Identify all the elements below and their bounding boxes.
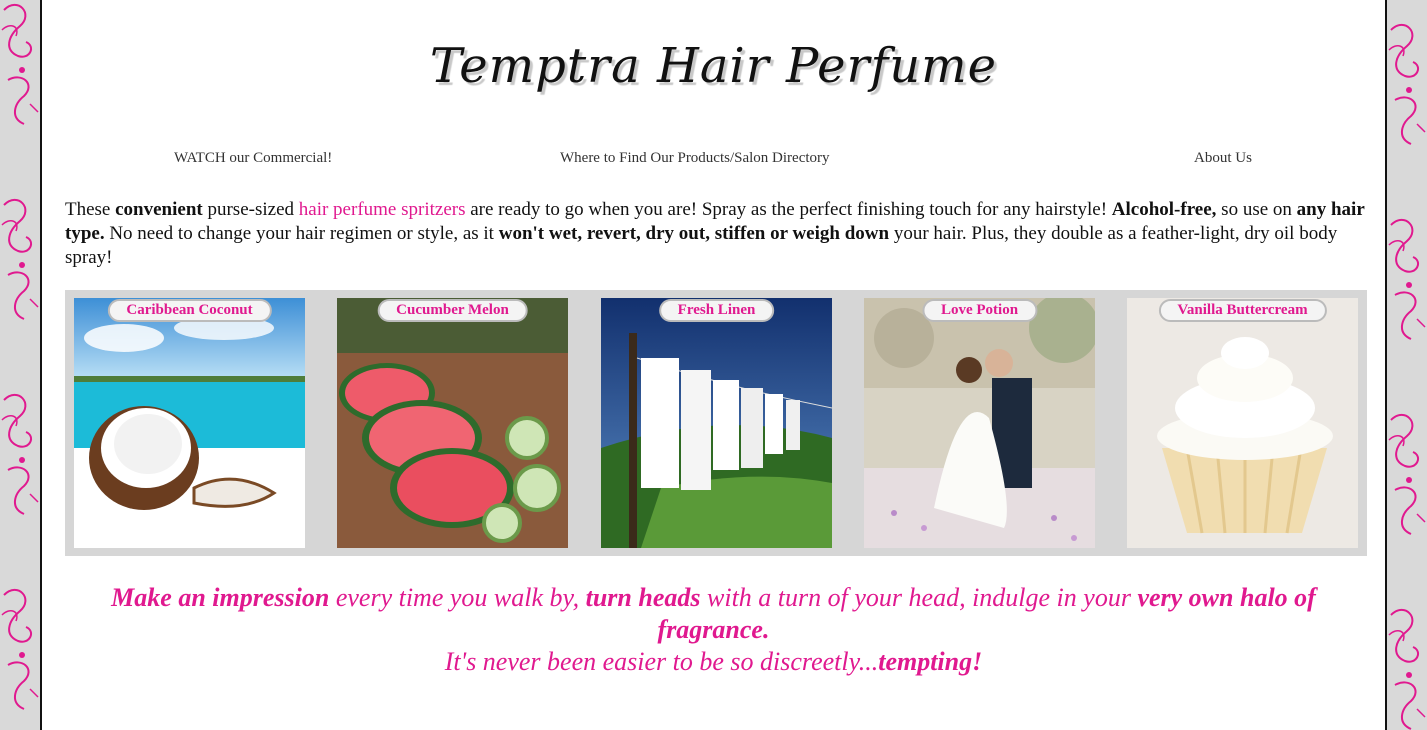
watermelon-cucumber-image — [337, 298, 568, 548]
left-damask-border — [0, 0, 42, 730]
clothesline-image — [601, 298, 832, 548]
scent-tile-love-potion[interactable]: Love Potion — [864, 298, 1095, 548]
nav-about-us[interactable]: About Us — [1194, 150, 1252, 167]
scent-gallery: Caribbean Coconut Cucumber Melon Fresh L… — [65, 290, 1367, 556]
scent-tile-caribbean-coconut[interactable]: Caribbean Coconut — [74, 298, 305, 548]
site-title: Temptra Hair Perfume — [429, 38, 998, 94]
cupcake-image — [1127, 298, 1358, 548]
intro-paragraph: These convenient purse-sized hair perfum… — [65, 199, 1365, 268]
scent-label: Vanilla Buttercream — [1158, 299, 1327, 322]
scent-tile-cucumber-melon[interactable]: Cucumber Melon — [337, 298, 568, 548]
scent-tile-fresh-linen[interactable]: Fresh Linen — [601, 298, 832, 548]
tagline: Make an impression every time you walk b… — [111, 583, 1316, 676]
main-nav: WATCH our Commercial! Where to Find Our … — [42, 150, 1385, 170]
right-damask-border — [1385, 0, 1427, 730]
scent-label: Caribbean Coconut — [107, 299, 272, 322]
page-container: Temptra Hair Perfume WATCH our Commercia… — [40, 0, 1387, 730]
scent-label: Cucumber Melon — [377, 299, 528, 322]
scent-label: Love Potion — [921, 299, 1038, 322]
nav-watch-commercial[interactable]: WATCH our Commercial! — [174, 150, 332, 167]
coconut-beach-image — [74, 298, 305, 548]
wedding-couple-image — [864, 298, 1095, 548]
nav-salon-directory[interactable]: Where to Find Our Products/Salon Directo… — [560, 150, 830, 167]
hair-perfume-link[interactable]: hair perfume spritzers — [299, 199, 466, 220]
scent-label: Fresh Linen — [658, 299, 775, 322]
scent-tile-vanilla-buttercream[interactable]: Vanilla Buttercream — [1127, 298, 1358, 548]
